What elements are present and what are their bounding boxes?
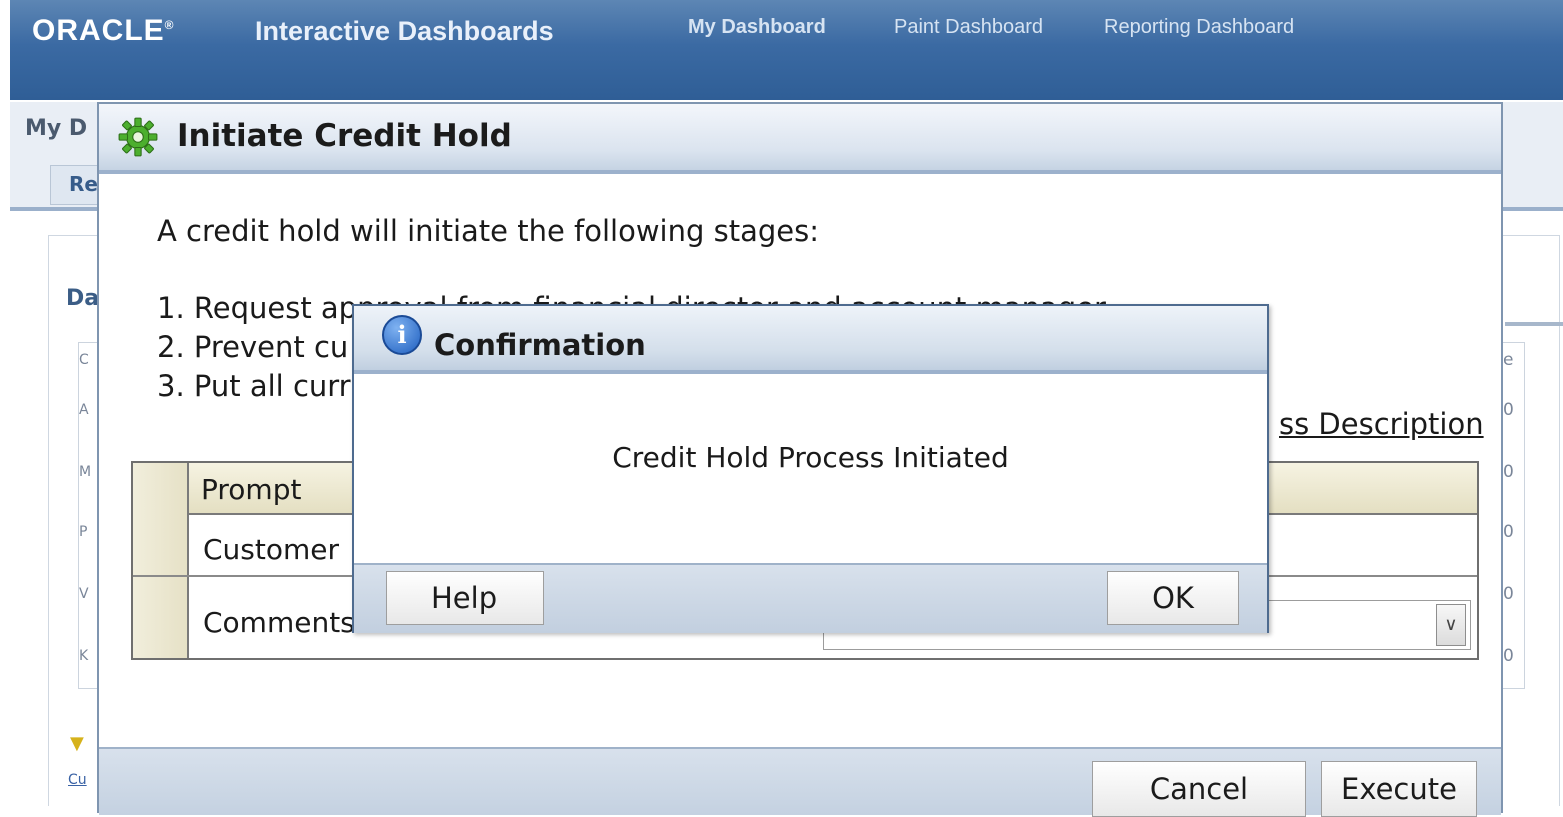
- chevron-down-icon[interactable]: ∨: [1436, 604, 1466, 646]
- table-row: P: [79, 524, 88, 540]
- confirmation-dialog: i Confirmation Credit Hold Process Initi…: [352, 304, 1269, 633]
- execute-button[interactable]: Execute: [1321, 761, 1477, 817]
- divider: [1505, 322, 1563, 326]
- dashboard-page-title: My D: [25, 116, 88, 141]
- ok-button[interactable]: OK: [1107, 571, 1239, 625]
- nav-my-dashboard[interactable]: My Dashboard: [688, 16, 826, 39]
- table-cell: 0: [1503, 522, 1514, 542]
- nav-paint-dashboard[interactable]: Paint Dashboard: [894, 16, 1043, 39]
- table-cell: 0: [1503, 462, 1514, 482]
- table-header-cell: e: [1503, 350, 1514, 370]
- intro-text: A credit hold will initiate the followin…: [157, 214, 820, 248]
- table-row: M: [79, 464, 92, 480]
- nav-reporting-dashboard[interactable]: Reporting Dashboard: [1104, 16, 1294, 39]
- gear-icon: [118, 117, 158, 157]
- table-cell: 0: [1503, 584, 1514, 604]
- table-cell: 0: [1503, 400, 1514, 420]
- app-title: Interactive Dashboards: [255, 16, 554, 46]
- process-description-link[interactable]: ss Description: [1279, 407, 1484, 441]
- dialog-footer: Cancel Execute: [99, 747, 1501, 817]
- stage-item: 2. Prevent cu: [157, 330, 349, 364]
- row-gutter: [133, 463, 189, 658]
- background-link[interactable]: Cu: [68, 772, 87, 788]
- stage-item: 3. Put all curr: [157, 369, 351, 403]
- oracle-logo: ORACLE®: [32, 14, 175, 47]
- table-row: A: [79, 402, 89, 418]
- column-header-prompt: Prompt: [201, 473, 302, 506]
- table-header-cell: C: [79, 352, 89, 368]
- confirmation-footer: Help OK: [354, 563, 1267, 633]
- confirmation-message: Credit Hold Process Initiated: [612, 441, 1009, 474]
- row-label-customer: Customer: [203, 533, 340, 566]
- table-cell: 0: [1503, 646, 1514, 666]
- dialog-title: Initiate Credit Hold: [177, 118, 512, 154]
- help-button[interactable]: Help: [386, 571, 544, 625]
- dashboard-section-title: Da: [66, 286, 100, 311]
- info-icon: i: [382, 315, 422, 355]
- confirmation-title: Confirmation: [434, 328, 646, 362]
- confirmation-title-bar[interactable]: i Confirmation: [354, 306, 1267, 374]
- row-label-comments: Comments: [203, 606, 355, 639]
- filter-icon[interactable]: ▼: [70, 733, 84, 754]
- cancel-button[interactable]: Cancel: [1092, 761, 1306, 817]
- table-row: V: [79, 586, 89, 602]
- table-row: K: [79, 648, 89, 664]
- oracle-header: ORACLE® Interactive Dashboards My Dashbo…: [10, 0, 1563, 100]
- dialog-title-bar[interactable]: Initiate Credit Hold: [99, 104, 1501, 174]
